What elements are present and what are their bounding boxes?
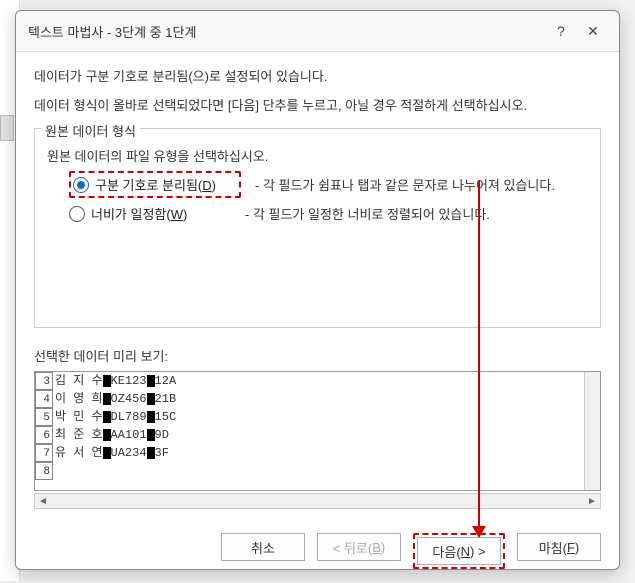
preview-row-number: 5 bbox=[35, 408, 53, 426]
scroll-left-icon[interactable]: ◄ bbox=[35, 493, 51, 509]
preview-row: 3김 지 수KE12312A bbox=[35, 372, 600, 390]
delimiter-block-icon bbox=[147, 429, 155, 441]
preview-row-text bbox=[53, 462, 55, 480]
groupbox-title: 원본 데이터 형식 bbox=[41, 121, 140, 140]
back-button: < 뒤로(B) bbox=[317, 533, 401, 561]
next-button[interactable]: 다음(N) > bbox=[417, 537, 501, 565]
info-text-2: 데이터 형식이 올바로 선택되었다면 [다음] 단추를 누르고, 아닐 경우 적… bbox=[34, 95, 601, 114]
delimiter-block-icon bbox=[103, 411, 111, 423]
preview-row-text: 박 민 수DL78915C bbox=[53, 408, 176, 426]
radio-delimited-label: 구분 기호로 분리됨(D) bbox=[95, 175, 235, 194]
delimiter-block-icon bbox=[147, 411, 155, 423]
preview-row-text: 최 준 호AA1019D bbox=[53, 426, 169, 444]
preview-row-text: 김 지 수KE12312A bbox=[53, 372, 176, 390]
cancel-button[interactable]: 취소 bbox=[221, 533, 305, 561]
preview-row-text: 유 서 연UA2343F bbox=[53, 444, 169, 462]
help-button[interactable]: ? bbox=[547, 19, 575, 43]
preview-row-number: 3 bbox=[35, 372, 53, 390]
preview-row-number: 8 bbox=[35, 462, 53, 480]
delimiter-block-icon bbox=[147, 393, 155, 405]
preview-row: 7유 서 연UA2343F bbox=[35, 444, 600, 462]
preview-row-number: 4 bbox=[35, 390, 53, 408]
dialog-body: 데이터가 구분 기호로 분리됨(으)로 설정되어 있습니다. 데이터 형식이 올… bbox=[16, 52, 619, 521]
annotation-highlight-next: 다음(N) > bbox=[413, 533, 505, 569]
delimiter-block-icon bbox=[103, 375, 111, 387]
preview-row-number: 6 bbox=[35, 426, 53, 444]
radio-row-fixedwidth[interactable]: 너비가 일정함(W) - 각 필드가 일정한 너비로 정렬되어 있습니다. bbox=[47, 204, 588, 223]
dialog-title: 텍스트 마법사 - 3단계 중 1단계 bbox=[28, 22, 543, 41]
groupbox-instruction: 원본 데이터의 파일 유형을 선택하십시오. bbox=[47, 146, 588, 165]
preview-label: 선택한 데이터 미리 보기: bbox=[34, 346, 601, 365]
annotation-arrow-line bbox=[478, 181, 480, 529]
close-button[interactable]: ✕ bbox=[579, 19, 607, 43]
delimiter-block-icon bbox=[147, 447, 155, 459]
info-text-1: 데이터가 구분 기호로 분리됨(으)로 설정되어 있습니다. bbox=[34, 66, 601, 85]
preview-scrollbar-horizontal[interactable]: ◄ ► bbox=[34, 493, 601, 509]
preview-row: 5박 민 수DL78915C bbox=[35, 408, 600, 426]
sheet-row-header bbox=[0, 115, 14, 141]
button-row: 취소 < 뒤로(B) 다음(N) > 마침(F) bbox=[16, 521, 619, 583]
preview-row-number: 7 bbox=[35, 444, 53, 462]
scroll-right-icon[interactable]: ► bbox=[584, 493, 600, 509]
preview-row: 4이 영 희OZ45621B bbox=[35, 390, 600, 408]
source-data-groupbox: 원본 데이터 형식 원본 데이터의 파일 유형을 선택하십시오. 구분 기호로 … bbox=[34, 128, 601, 328]
delimiter-block-icon bbox=[147, 375, 155, 387]
radio-delimited-desc: - 각 필드가 쉼표나 탭과 같은 문자로 나누어져 있습니다. bbox=[255, 175, 555, 194]
radio-delimited[interactable] bbox=[73, 177, 89, 193]
data-preview-box: 3김 지 수KE12312A4이 영 희OZ45621B5박 민 수DL7891… bbox=[34, 371, 601, 491]
radio-fixedwidth[interactable] bbox=[69, 206, 85, 222]
titlebar: 텍스트 마법사 - 3단계 중 1단계 ? ✕ bbox=[16, 11, 619, 52]
preview-row-text: 이 영 희OZ45621B bbox=[53, 390, 176, 408]
preview-row: 6최 준 호AA1019D bbox=[35, 426, 600, 444]
radio-fixedwidth-label: 너비가 일정함(W) bbox=[91, 204, 231, 223]
delimiter-block-icon bbox=[103, 447, 111, 459]
text-wizard-dialog: 텍스트 마법사 - 3단계 중 1단계 ? ✕ 데이터가 구분 기호로 분리됨(… bbox=[15, 10, 620, 570]
delimiter-block-icon bbox=[103, 393, 111, 405]
annotation-arrow-head-icon bbox=[472, 526, 486, 538]
radio-fixedwidth-desc: - 각 필드가 일정한 너비로 정렬되어 있습니다. bbox=[245, 204, 490, 223]
finish-button[interactable]: 마침(F) bbox=[517, 533, 601, 561]
preview-row: 8 bbox=[35, 462, 600, 480]
preview-scrollbar-vertical[interactable] bbox=[584, 372, 600, 490]
delimiter-block-icon bbox=[103, 429, 111, 441]
radio-row-delimited[interactable]: 구분 기호로 분리됨(D) - 각 필드가 쉼표나 탭과 같은 문자로 나누어져… bbox=[47, 171, 588, 198]
annotation-highlight-delimited: 구분 기호로 분리됨(D) bbox=[69, 171, 241, 198]
